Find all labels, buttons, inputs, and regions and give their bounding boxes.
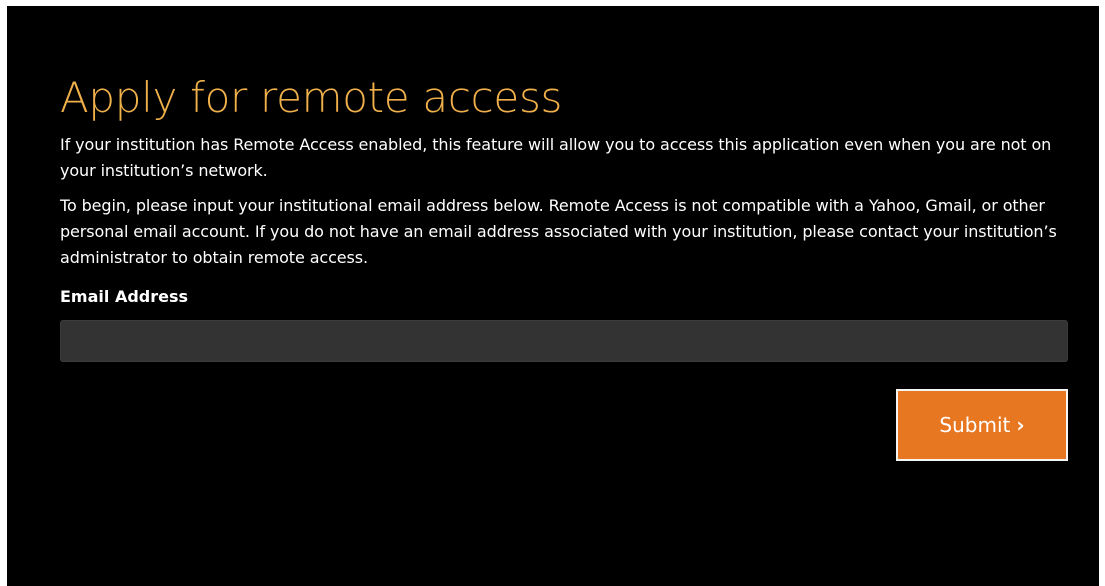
- form-actions: Submit ›: [60, 389, 1068, 461]
- submit-label: Submit: [939, 413, 1011, 437]
- remote-access-content: Apply for remote access If your institut…: [60, 68, 1070, 461]
- remote-access-panel: Apply for remote access If your institut…: [7, 6, 1099, 586]
- intro-paragraph: If your institution has Remote Access en…: [60, 135, 1052, 180]
- email-label: Email Address: [60, 287, 189, 306]
- submit-button[interactable]: Submit ›: [896, 389, 1068, 461]
- chevron-right-icon: ›: [1016, 413, 1025, 437]
- email-field[interactable]: [60, 320, 1068, 362]
- page-title: Apply for remote access: [60, 73, 563, 122]
- instructions-paragraph: To begin, please input your institutiona…: [60, 196, 1057, 267]
